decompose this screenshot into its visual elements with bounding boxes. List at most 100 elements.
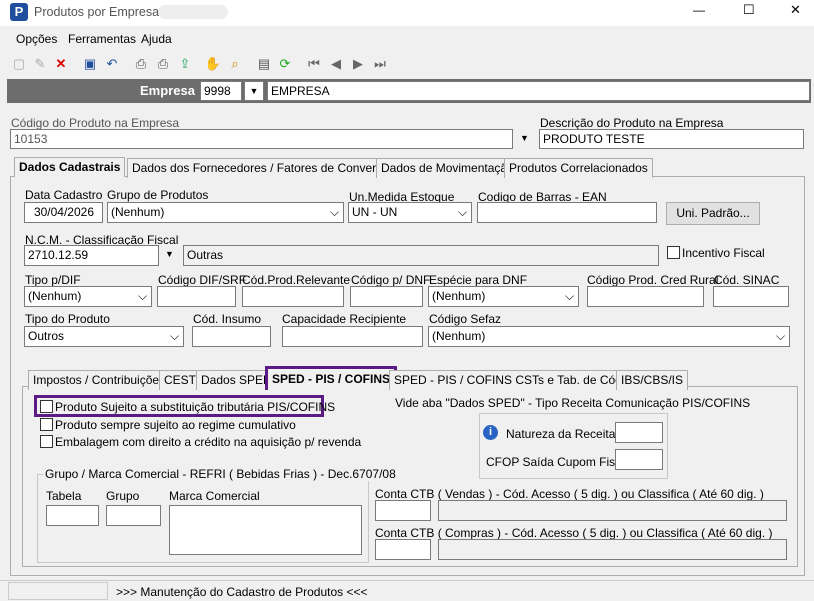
tipo-produto-select[interactable]: Outros ⌵ (24, 326, 184, 347)
data-cadastro-input[interactable]: 30/04/2026 (24, 202, 103, 223)
close-button[interactable]: ✕ (790, 2, 801, 18)
ncm-input[interactable]: 2710.12.59 (24, 245, 159, 266)
menu-ferramentas[interactable]: Ferramentas (68, 32, 136, 46)
marca-label: Marca Comercial (169, 489, 260, 503)
cfop-input[interactable] (615, 449, 663, 470)
capacidade-input[interactable] (282, 326, 423, 347)
app-icon: P (10, 3, 28, 21)
chk-substituicao[interactable] (40, 400, 53, 413)
menu-ajuda[interactable]: Ajuda (141, 32, 172, 46)
sinac-label: Cód. SINAC (714, 273, 780, 287)
properties-icon[interactable]: ▤ (256, 56, 272, 72)
tab-fornecedores[interactable]: Dados dos Fornecedores / Fatores de Conv… (127, 158, 401, 178)
cred-rural-input[interactable] (587, 286, 704, 307)
undo-icon[interactable]: ↶ (104, 56, 120, 72)
ncm-desc: Outras (183, 245, 659, 266)
empresa-code[interactable]: 9998 (200, 81, 242, 101)
chevron-down-icon: ⌵ (775, 329, 786, 343)
menu-opcoes[interactable]: Opções (16, 32, 57, 46)
chk-embalagem[interactable] (40, 435, 53, 448)
sinac-input[interactable] (713, 286, 789, 307)
incentivo-label: Incentivo Fiscal (682, 246, 765, 260)
natureza-input[interactable] (615, 422, 663, 443)
tab-movimentacao[interactable]: Dados de Movimentação (376, 158, 519, 178)
status-text: >>> Manutenção do Cadastro de Produtos <… (116, 585, 368, 599)
cod-sefaz-value: (Nenhum) (432, 329, 486, 343)
title-redacted (158, 5, 228, 19)
grupo-marca-input[interactable] (106, 505, 161, 526)
edit-icon[interactable]: ✎ (32, 56, 48, 72)
natureza-label: Natureza da Receita: (506, 427, 619, 441)
codigo-dif-input[interactable] (157, 286, 236, 307)
new-icon[interactable]: ▢ (11, 56, 27, 72)
print-icon[interactable]: ⎙ (133, 56, 149, 72)
empresa-dropdown-button[interactable]: ▼ (244, 81, 264, 101)
tabela-input[interactable] (46, 505, 99, 526)
un-medida-select[interactable]: UN - UN ⌵ (348, 202, 472, 223)
un-medida-value: UN - UN (352, 205, 398, 219)
chevron-down-icon: ⌵ (137, 289, 148, 303)
minimize-button[interactable]: — (693, 3, 705, 17)
tab-impostos[interactable]: Impostos / Contribuições (28, 370, 171, 390)
cod-insumo-input[interactable] (192, 326, 271, 347)
ctb-vendas-label: Conta CTB ( Vendas ) - Cód. Acesso ( 5 d… (375, 487, 764, 501)
descricao-input[interactable]: PRODUTO TESTE (539, 129, 804, 149)
ctb-vendas-code[interactable] (375, 500, 431, 521)
marca-input[interactable] (169, 505, 362, 555)
status-panel-1 (8, 582, 108, 600)
tab-sped-pis-cofins[interactable]: SPED - PIS / COFINS (265, 366, 398, 390)
chk-embalagem-label: Embalagem com direito a crédito na aquis… (55, 435, 362, 449)
marca-group-title: Grupo / Marca Comercial - REFRI ( Bebida… (43, 467, 398, 481)
tab-cest[interactable]: CEST (159, 370, 202, 390)
ean-input[interactable] (477, 202, 657, 223)
cod-relevante-input[interactable] (242, 286, 344, 307)
chk-cumulativo-label: Produto sempre sujeito ao regime cumulat… (55, 418, 296, 432)
incentivo-checkbox[interactable] (667, 246, 680, 259)
ctb-compras-code[interactable] (375, 539, 431, 560)
save-icon[interactable]: ▣ (82, 56, 98, 72)
ncm-dropdown-icon[interactable]: ▼ (165, 249, 174, 259)
first-icon[interactable]: ⏮ (306, 56, 322, 72)
especie-dnf-label: Espécie para DNF (429, 273, 528, 287)
refresh-icon[interactable]: ⟳ (277, 56, 293, 72)
cod-sefaz-label: Código Sefaz (429, 312, 502, 326)
tipo-dif-select[interactable]: (Nenhum) ⌵ (24, 286, 152, 307)
codigo-dropdown-icon[interactable]: ▼ (520, 133, 529, 143)
empresa-label: Empresa (140, 83, 195, 98)
cod-insumo-label: Cód. Insumo (193, 312, 262, 326)
chk-substituicao-label: Produto Sujeito a substituição tributári… (55, 400, 336, 414)
empresa-name: EMPRESA (267, 81, 810, 101)
print-preview-icon[interactable]: ⎙ (155, 56, 171, 72)
especie-dnf-value: (Nenhum) (432, 289, 486, 303)
prev-icon[interactable]: ◀ (328, 56, 344, 72)
hand-icon[interactable]: ✋ (205, 56, 221, 72)
ctb-compras-desc (438, 539, 787, 560)
tab-sped-csts[interactable]: SPED - PIS / COFINS CSTs e Tab. de Códig… (389, 370, 649, 390)
maximize-button[interactable]: ☐ (743, 2, 755, 18)
next-icon[interactable]: ▶ (350, 56, 366, 72)
grupo-select[interactable]: (Nenhum) ⌵ (107, 202, 344, 223)
tab-ibs-cbs[interactable]: IBS/CBS/IS (616, 370, 689, 390)
cred-rural-label: Código Prod. Cred Rural (587, 273, 719, 287)
last-icon[interactable]: ⏭ (372, 56, 388, 72)
codigo-label: Código do Produto na Empresa (11, 116, 180, 130)
tab-dados-cadastrais[interactable]: Dados Cadastrais (14, 157, 126, 177)
export-icon[interactable]: ⇪ (177, 56, 193, 72)
delete-icon[interactable]: ✕ (53, 56, 69, 72)
cod-sefaz-select[interactable]: (Nenhum) ⌵ (428, 326, 790, 347)
search-icon[interactable]: ⌕ (227, 56, 243, 72)
codigo-input[interactable]: 10153 (10, 129, 513, 149)
chevron-down-icon: ⌵ (564, 289, 575, 303)
tab-correlacionados[interactable]: Produtos Correlacionados (504, 158, 653, 178)
especie-dnf-select[interactable]: (Nenhum) ⌵ (428, 286, 579, 307)
info-icon: i (483, 425, 498, 440)
codigo-dnf-input[interactable] (350, 286, 423, 307)
grupo-marca-label: Grupo (106, 489, 140, 503)
data-cadastro-label: Data Cadastro (25, 188, 103, 202)
chevron-down-icon: ⌵ (329, 205, 340, 219)
cfop-label: CFOP Saída Cupom Fiscal: (486, 455, 634, 469)
chk-cumulativo[interactable] (40, 418, 53, 431)
ctb-compras-label: Conta CTB ( Compras ) - Cód. Acesso ( 5 … (375, 526, 773, 540)
vide-text: Vide aba "Dados SPED" - Tipo Receita Com… (395, 396, 751, 410)
uni-padrao-button[interactable]: Uni. Padrão... (666, 202, 760, 225)
